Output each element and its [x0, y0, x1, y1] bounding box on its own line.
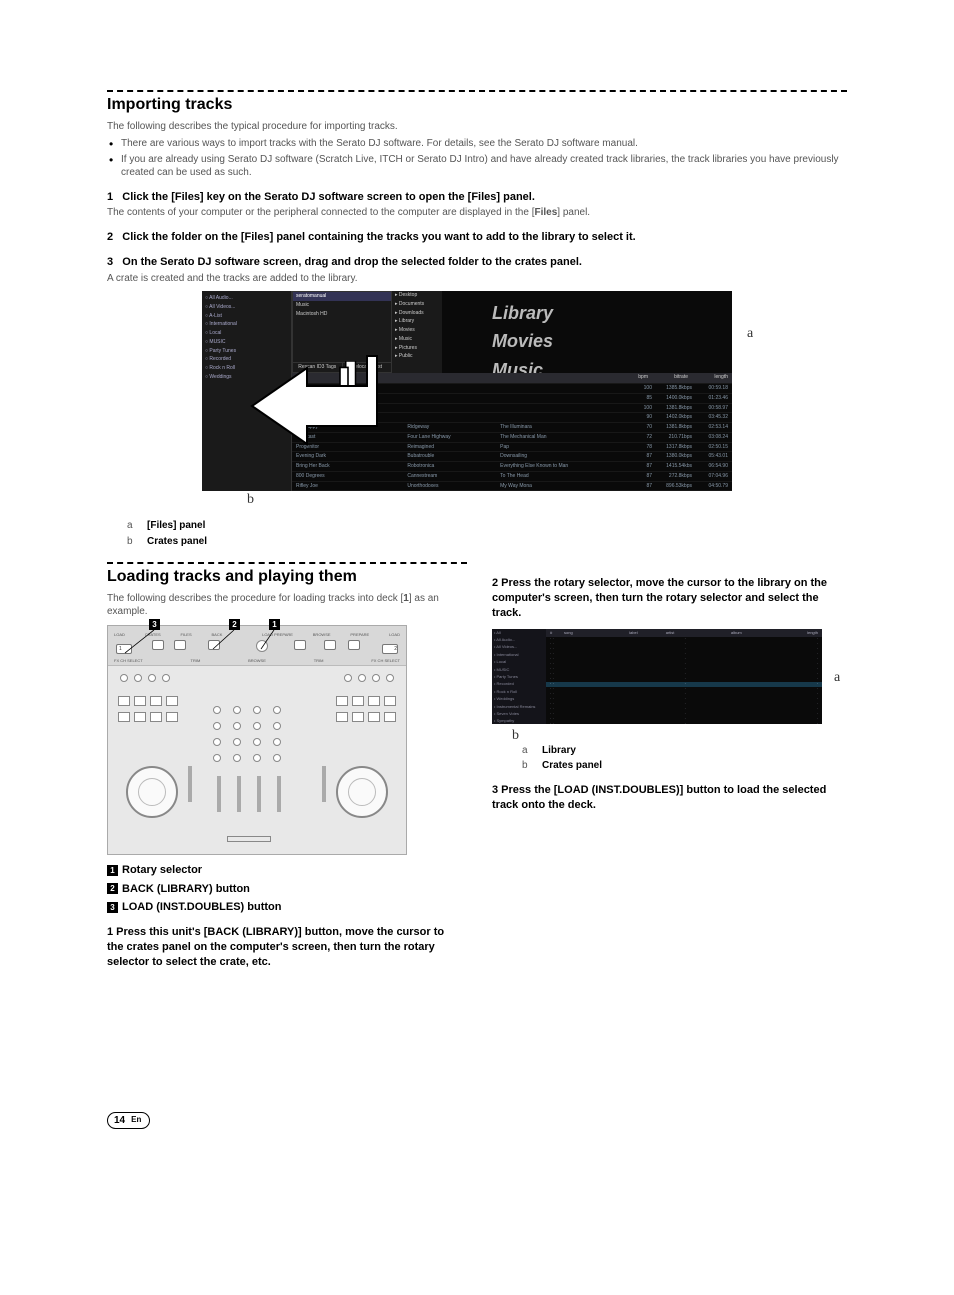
legend-importing: a [Files] panel b Crates panel — [127, 519, 847, 548]
step-text: On the Serato DJ software screen, drag a… — [122, 256, 582, 268]
page-content: Importing tracks The following describes… — [107, 90, 847, 1129]
dj-controller-illustration: LOAD CRATES FILES BACK LOAD PREPARE BROW… — [107, 625, 407, 855]
crates-panel-mini: • All• All Audio...• All Videos...• Inte… — [492, 629, 546, 724]
library-panel: # song label artist album length · ···· … — [546, 629, 822, 724]
control-item: 1 Rotary selector — [107, 863, 462, 878]
step-num: 1 — [107, 191, 113, 203]
callout-b: b — [512, 727, 519, 746]
callout-a: a — [747, 325, 753, 344]
legend-row: b Crates panel — [127, 535, 847, 549]
left-column: Loading tracks and playing them The foll… — [107, 558, 462, 972]
step-2: 2 Click the folder on the [Files] panel … — [107, 230, 847, 245]
num-box: 2 — [107, 883, 118, 894]
track-table: song bpm bitrate length 1001385.8kbps00:… — [292, 373, 732, 491]
step-text: Click the [Files] key on the Serato DJ s… — [122, 191, 535, 203]
page-footer: 14 En — [107, 1112, 847, 1130]
bullet-list: There are various ways to import tracks … — [107, 137, 847, 180]
callout-a: a — [834, 669, 840, 688]
step-sub: The contents of your computer or the per… — [107, 206, 847, 220]
step-num: 3 — [107, 256, 113, 268]
step-3: 3 On the Serato DJ software screen, drag… — [107, 255, 847, 270]
legend-row: a [Files] panel — [127, 519, 847, 533]
num-box: 3 — [107, 902, 118, 913]
step-num: 2 — [107, 231, 113, 243]
control-item: 3 LOAD (INST.DOUBLES) button — [107, 900, 462, 915]
heading-loading: Loading tracks and playing them — [107, 566, 462, 588]
controls-legend: 1 Rotary selector 2 BACK (LIBRARY) butto… — [107, 863, 462, 916]
callout-1: 1 — [269, 619, 280, 630]
legend-row: b Crates panel — [522, 759, 847, 773]
intro-loading: The following describes the procedure fo… — [107, 592, 462, 619]
step-sub: A crate is created and the tracks are ad… — [107, 272, 847, 286]
two-column: Loading tracks and playing them The foll… — [107, 558, 847, 972]
controller-figure: LOAD CRATES FILES BACK LOAD PREPARE BROW… — [107, 625, 462, 855]
serato-screenshot: ○ All Audio...○ All Videos...○ A-List○ I… — [202, 291, 732, 491]
callout-b: b — [247, 491, 254, 510]
loading-step-2: 2 Press the rotary selector, move the cu… — [492, 576, 847, 621]
screenshot-library: • All• All Audio...• All Videos...• Inte… — [492, 629, 847, 724]
folders-list: ▸ Desktop▸ Documents▸ Downloads▸ Library… — [392, 291, 442, 373]
intro-para: The following describes the typical proc… — [107, 120, 847, 134]
legend-row: a Library — [522, 744, 847, 758]
control-label: Rotary selector — [122, 863, 202, 878]
loading-step-1: 1 Press this unit's [BACK (LIBRARY)] but… — [107, 925, 462, 970]
legend-library: a Library b Crates panel — [522, 744, 847, 773]
files-panel: seratomanual Music Macintosh HD Rescan I… — [292, 291, 392, 373]
page-number: 14 — [114, 1114, 125, 1128]
num-box: 1 — [107, 865, 118, 876]
control-label: BACK (LIBRARY) button — [122, 882, 250, 897]
page-lang: En — [131, 1115, 141, 1126]
callout-2: 2 — [229, 619, 240, 630]
crates-sidebar: ○ All Audio...○ All Videos...○ A-List○ I… — [202, 291, 292, 491]
bullet-item: If you are already using Serato DJ softw… — [121, 153, 847, 180]
bullet-item: There are various ways to import tracks … — [121, 137, 847, 151]
step-text: Click the folder on the [Files] panel co… — [122, 231, 635, 243]
control-item: 2 BACK (LIBRARY) button — [107, 882, 462, 897]
page-number-pill: 14 En — [107, 1112, 150, 1130]
heading-importing: Importing tracks — [107, 94, 847, 116]
divider — [107, 90, 847, 92]
divider — [107, 562, 467, 564]
header-area — [442, 291, 732, 373]
loading-step-3: 3 Press the [LOAD (INST.DOUBLES)] button… — [492, 783, 847, 813]
serato-library-screenshot: • All• All Audio...• All Videos...• Inte… — [492, 629, 822, 724]
callout-3: 3 — [149, 619, 160, 630]
control-label: LOAD (INST.DOUBLES) button — [122, 900, 281, 915]
screenshot-importing: ○ All Audio...○ All Videos...○ A-List○ I… — [107, 291, 847, 511]
right-column: 2 Press the rotary selector, move the cu… — [492, 558, 847, 814]
step-1: 1 Click the [Files] key on the Serato DJ… — [107, 190, 847, 205]
